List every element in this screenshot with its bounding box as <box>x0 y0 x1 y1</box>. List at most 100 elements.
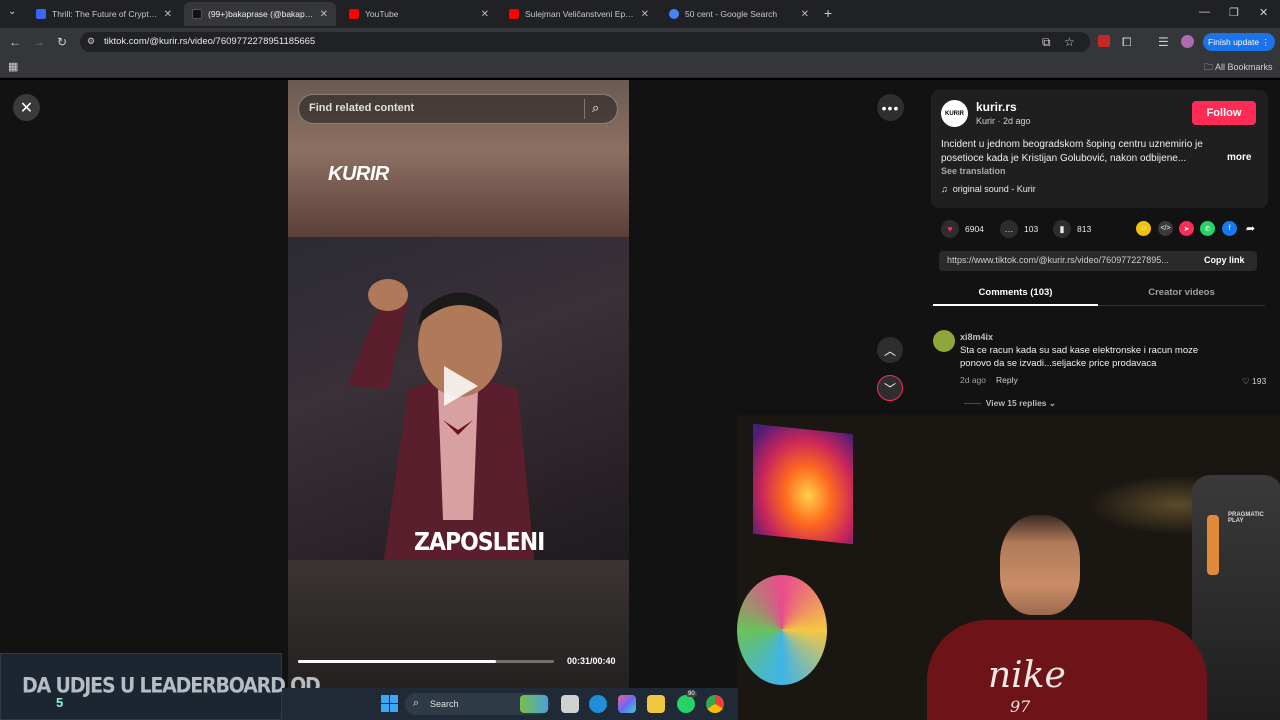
new-tab-button[interactable]: + <box>824 5 832 21</box>
leaderboard-number: 5 <box>56 695 64 710</box>
close-tab-icon[interactable]: ✕ <box>481 9 489 20</box>
search-icon[interactable]: ⌕ <box>592 100 599 116</box>
comment-reply-button[interactable]: Reply <box>996 375 1018 385</box>
minimize-icon[interactable]: — <box>1199 6 1210 18</box>
progress-fill <box>298 660 497 663</box>
description-more-link[interactable]: more <box>1227 152 1251 163</box>
account-name[interactable]: kurir.rs <box>976 100 1017 114</box>
search-divider <box>584 99 585 119</box>
forward-icon[interactable]: → <box>33 35 45 49</box>
video-link-text[interactable]: https://www.tiktok.com/@kurir.rs/video/7… <box>947 255 1169 265</box>
sound-link[interactable]: ♫ original sound - Kurir <box>941 184 1036 194</box>
close-tab-icon[interactable]: ✕ <box>801 9 809 20</box>
close-tab-icon[interactable]: ✕ <box>320 9 328 20</box>
save-stat[interactable]: ▮ 813 <box>1053 220 1091 238</box>
restore-icon[interactable]: ❐ <box>1229 6 1239 19</box>
reading-list-icon[interactable]: ☰ <box>1158 35 1169 49</box>
commenter-name[interactable]: xi8m4ix <box>960 332 993 342</box>
close-video-button[interactable]: ✕ <box>13 94 40 121</box>
bookmark-icon: ▮ <box>1053 220 1071 238</box>
apps-grid-icon[interactable]: ▦ <box>8 60 18 73</box>
finish-update-label: Finish update <box>1208 37 1260 47</box>
video-blur-bottom <box>288 560 629 690</box>
comment-text: Sta ce racun kada su sad kase elektronsk… <box>960 345 1199 369</box>
edge-icon[interactable] <box>589 695 607 713</box>
file-icon[interactable] <box>561 695 579 713</box>
leaderboard-text: DA UDJES U LEADERBOARD OD <box>22 673 321 699</box>
video-caption-overlay: ZAPOSLENI <box>414 528 545 557</box>
tab-thrill[interactable]: Thrill: The Future of Crypto Casi ✕ <box>28 2 180 26</box>
tab-sulejman[interactable]: Sulejman Veličanstveni Epizoda ✕ <box>501 2 657 26</box>
like-stat[interactable]: ♥ 6904 <box>941 220 984 238</box>
youtube-favicon-icon <box>349 9 359 19</box>
more-options-button[interactable]: ••• <box>877 94 904 121</box>
close-tab-icon[interactable]: ✕ <box>641 9 649 20</box>
chrome-icon[interactable] <box>706 695 724 713</box>
play-icon[interactable] <box>444 366 478 406</box>
copilot-icon[interactable] <box>618 695 636 713</box>
comment-stat[interactable]: … 103 <box>1000 220 1038 238</box>
comment-like[interactable]: ♡ 193 <box>1242 376 1266 387</box>
view-replies-label: View 15 replies <box>985 398 1047 408</box>
bookmarks-bar: ▦ 🗀 All Bookmarks <box>0 56 1280 78</box>
like-count: 6904 <box>965 224 984 234</box>
view-replies-button[interactable]: —— View 15 replies ⌄ <box>964 398 1056 409</box>
tab-comments[interactable]: Comments (103) <box>933 282 1098 306</box>
site-info-icon[interactable]: ⚙ <box>87 36 95 47</box>
embed-icon[interactable]: </> <box>1158 221 1173 236</box>
profile-avatar[interactable] <box>1181 35 1194 48</box>
tab-tiktok[interactable]: (99+)bakaprase (@bakaprase) | ✕ <box>184 2 336 26</box>
all-bookmarks[interactable]: 🗀 All Bookmarks <box>1204 60 1273 76</box>
extensions-puzzle-icon[interactable]: ⧠ <box>1122 35 1132 50</box>
facebook-icon[interactable]: f <box>1222 221 1237 236</box>
close-window-icon[interactable]: ✕ <box>1259 6 1268 19</box>
file-explorer-icon[interactable] <box>647 695 665 713</box>
tiktok-favicon-icon <box>192 9 202 19</box>
follow-button[interactable]: Follow <box>1192 101 1256 125</box>
chair-brand: PRAGMATIC PLAY <box>1228 512 1264 524</box>
url-text[interactable]: tiktok.com/@kurir.rs/video/7609772278951… <box>104 36 315 47</box>
sound-label: original sound - Kurir <box>952 184 1036 194</box>
shirt-number: 97 <box>1010 697 1031 716</box>
tab-search-icon[interactable]: ⌄ <box>8 6 16 17</box>
tab-google[interactable]: 50 cent - Google Search ✕ <box>661 2 817 26</box>
tab-creator-videos[interactable]: Creator videos <box>1098 282 1265 306</box>
tab-label: Thrill: The Future of Crypto Casi <box>52 9 158 19</box>
windows-start-icon[interactable] <box>381 695 398 712</box>
account-avatar[interactable]: KURIR <box>941 100 968 127</box>
kurir-logo: KURIR <box>328 163 389 185</box>
heart-icon: ♥ <box>941 220 959 238</box>
finish-update-button[interactable]: Finish update ⋮ <box>1203 33 1275 51</box>
previous-video-button[interactable]: ︿ <box>877 337 903 363</box>
account-subline: Kurir · 2d ago <box>976 116 1031 126</box>
youtube-favicon-icon <box>509 9 519 19</box>
tab-youtube[interactable]: YouTube ✕ <box>341 2 497 26</box>
taskbar-search-label: Search <box>430 699 459 709</box>
google-favicon-icon <box>669 9 679 19</box>
copy-link-button[interactable]: Copy link <box>1204 255 1245 265</box>
comment-count: 103 <box>1024 224 1039 234</box>
commenter-avatar[interactable] <box>933 330 955 352</box>
save-count: 813 <box>1077 224 1092 234</box>
notification-badge: 90 <box>686 691 697 697</box>
install-app-icon[interactable]: ⧉ <box>1042 35 1051 50</box>
close-tab-icon[interactable]: ✕ <box>164 9 172 20</box>
related-search-placeholder: Find related content <box>309 102 415 114</box>
back-icon[interactable]: ← <box>9 35 21 49</box>
avatar-label: KURIR <box>945 110 964 117</box>
chevron-up-icon: ︿ <box>883 343 896 358</box>
reload-icon[interactable]: ↻ <box>57 35 67 49</box>
tab-label: 50 cent - Google Search <box>685 9 778 19</box>
heart-outline-icon: ♡ <box>1242 376 1250 386</box>
colorful-ball <box>737 575 827 685</box>
bookmark-star-icon[interactable]: ☆ <box>1064 35 1075 49</box>
see-translation-link[interactable]: See translation <box>941 166 1006 176</box>
extension-icon[interactable] <box>1098 35 1110 47</box>
whatsapp-icon[interactable]: ✆ <box>1200 221 1215 236</box>
whatsapp-taskbar-icon[interactable] <box>677 695 695 713</box>
share-arrow-icon[interactable]: ➦ <box>1243 221 1258 236</box>
weather-widget-icon[interactable] <box>520 695 548 713</box>
send-icon[interactable]: ➤ <box>1179 221 1194 236</box>
next-video-button[interactable]: ﹀ <box>877 375 903 401</box>
friends-share-icon[interactable]: ☺ <box>1136 221 1151 236</box>
